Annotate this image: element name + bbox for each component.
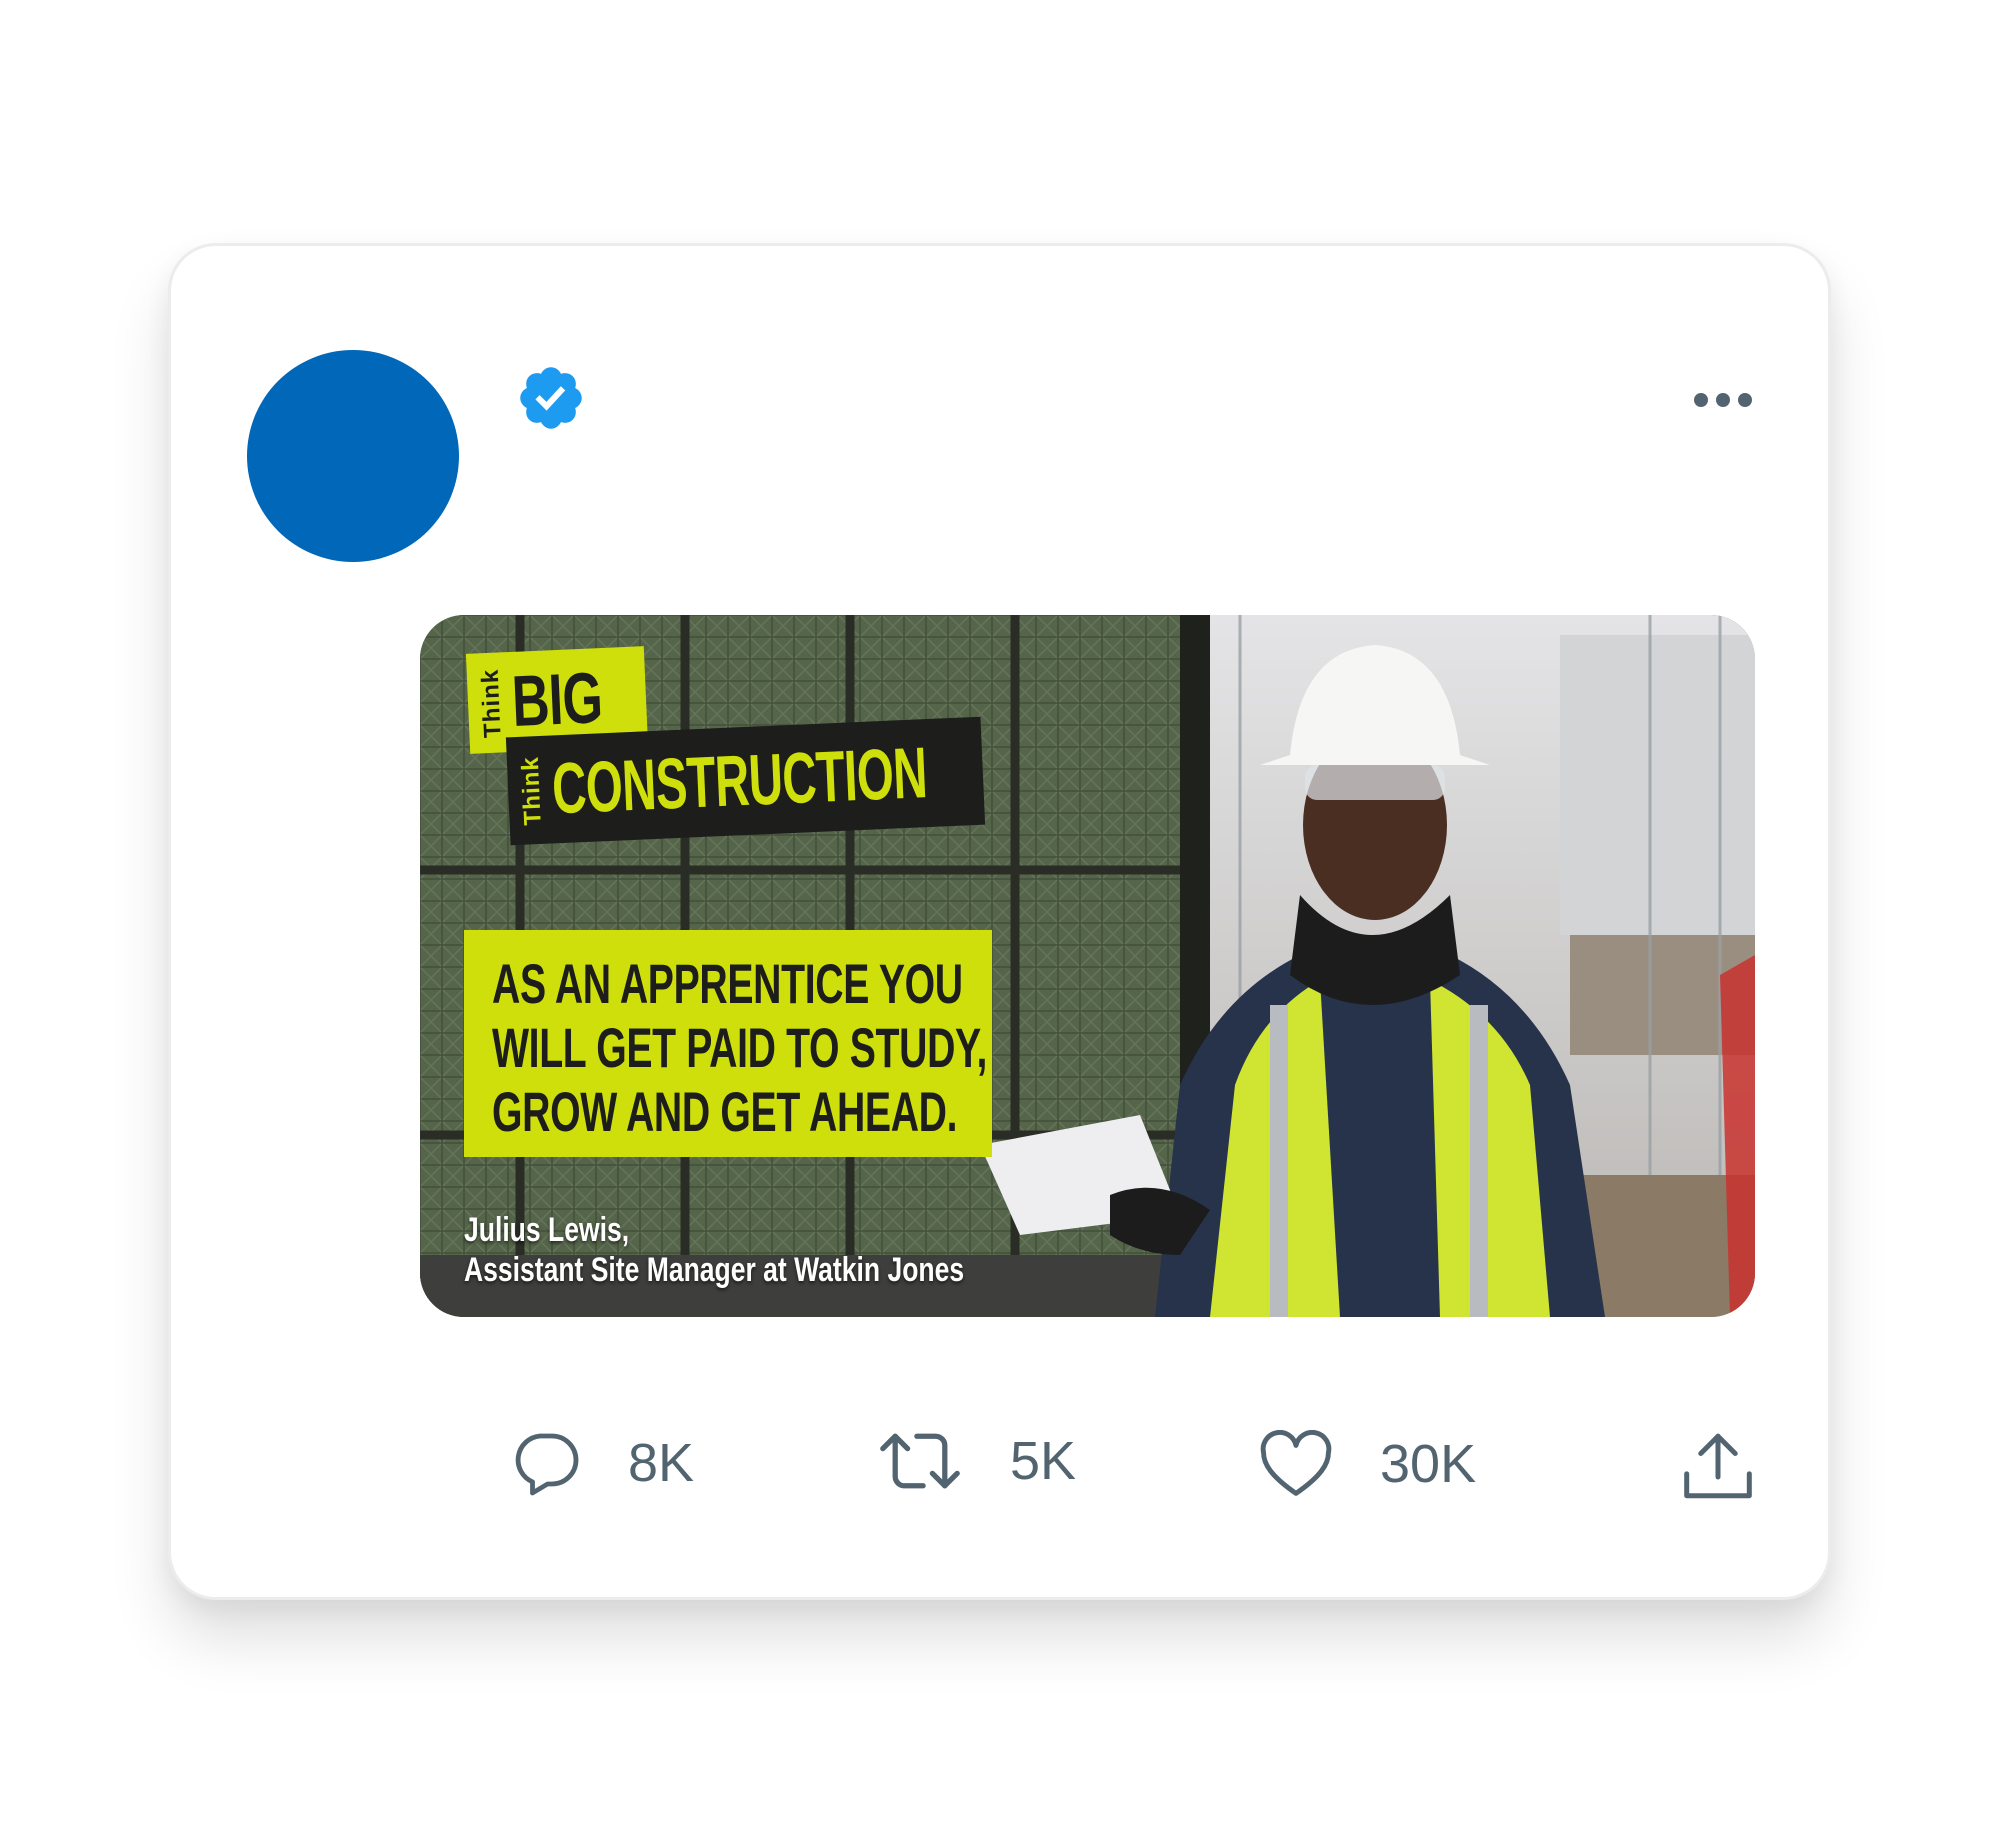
reply-icon	[515, 1433, 579, 1496]
reply-button[interactable]: 8K	[510, 1430, 694, 1496]
quote-line: WILL GET PAID TO STUDY,	[492, 1016, 988, 1079]
quote-line: AS AN APPRENTICE YOU	[492, 952, 963, 1015]
heart-icon	[1260, 1430, 1332, 1496]
reply-count: 8K	[628, 1433, 695, 1493]
tweet-media-image[interactable]: Think BIG Think CONSTRUCTION AS AN APPRE…	[420, 615, 1755, 1317]
share-button[interactable]	[1680, 1430, 1756, 1502]
caption-role: Assistant Site Manager at Watkin Jones	[464, 1251, 965, 1289]
big-label: BIG	[510, 658, 604, 742]
more-horizontal-icon[interactable]	[1692, 390, 1754, 410]
retweet-count: 5K	[1010, 1431, 1077, 1491]
think-label: Think	[476, 667, 507, 738]
quote-box: AS AN APPRENTICE YOU WILL GET PAID TO ST…	[464, 930, 992, 1157]
like-button[interactable]: 30K	[1258, 1430, 1476, 1498]
photo-caption: Julius Lewis, Assistant Site Manager at …	[464, 1210, 964, 1290]
share-icon	[1684, 1433, 1752, 1499]
avatar[interactable]	[247, 350, 459, 562]
think-construction-tag: Think CONSTRUCTION	[505, 716, 986, 846]
quote-line: GROW AND GET AHEAD.	[492, 1080, 958, 1143]
retweet-icon	[880, 1433, 960, 1489]
think-label-2: Think	[516, 755, 547, 826]
verified-badge-icon	[520, 367, 582, 429]
caption-name: Julius Lewis,	[464, 1211, 630, 1249]
like-count: 30K	[1380, 1434, 1477, 1494]
retweet-button[interactable]: 5K	[876, 1430, 1076, 1492]
construction-label: CONSTRUCTION	[550, 733, 929, 830]
